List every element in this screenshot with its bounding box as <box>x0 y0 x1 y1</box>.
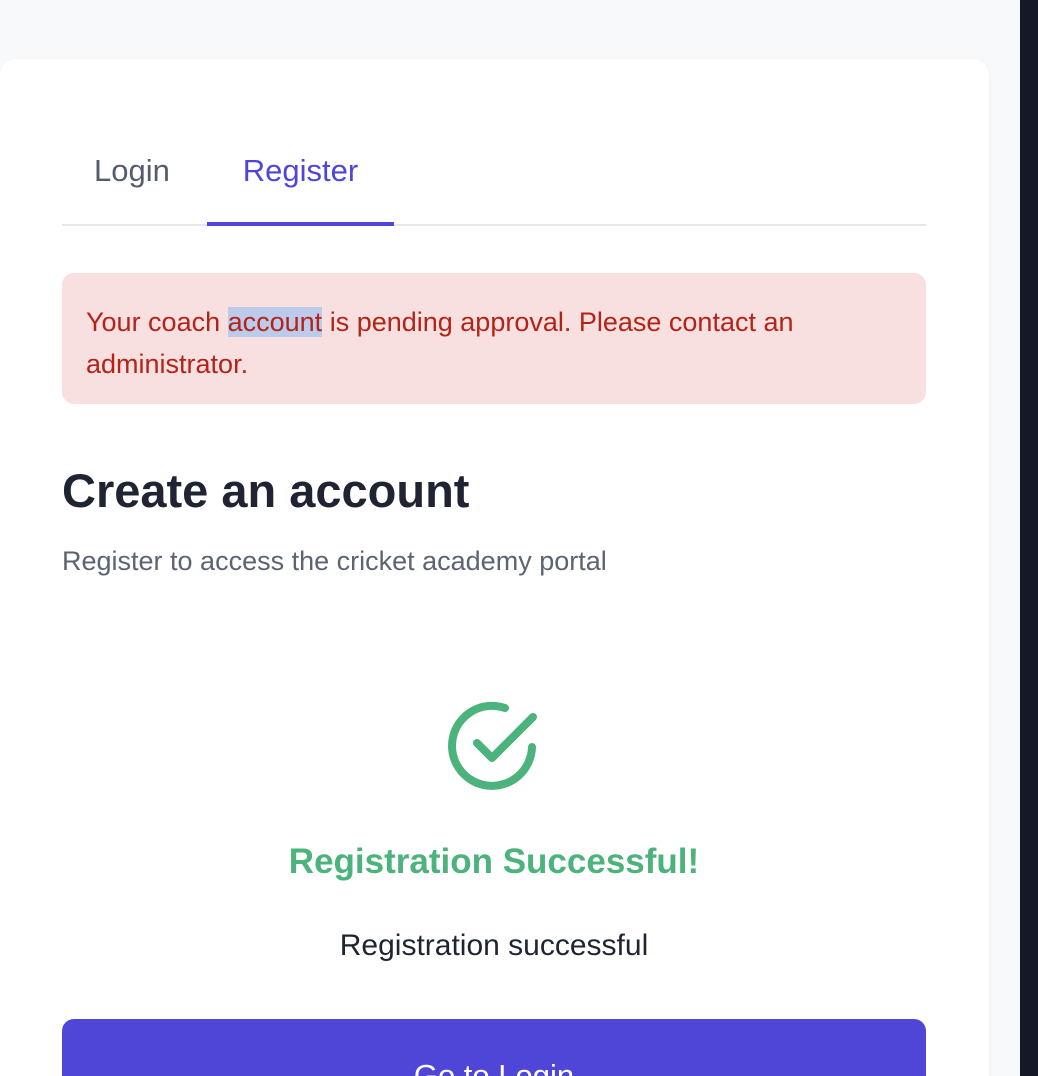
page-title: Create an account <box>62 464 470 517</box>
alert-selected-text: account <box>227 307 323 337</box>
auth-tabs: Login Register <box>62 59 926 226</box>
tab-login[interactable]: Login <box>94 153 170 189</box>
tab-register[interactable]: Register <box>207 153 394 189</box>
page-subtitle: Register to access the cricket academy p… <box>62 546 607 576</box>
success-message: Registration successful <box>339 929 649 962</box>
page: Login Register Your coach account is pen… <box>0 0 1038 1076</box>
check-circle-icon <box>448 701 537 790</box>
error-alert: Your coach account is pending approval. … <box>62 273 926 404</box>
active-tab-indicator <box>207 222 394 226</box>
success-title: Registration Successful! <box>288 842 700 881</box>
go-to-login-button[interactable]: Go to Login <box>62 1019 926 1076</box>
alert-text-before: Your coach <box>86 307 228 337</box>
auth-card: Login Register Your coach account is pen… <box>0 59 989 1076</box>
window-edge <box>1020 0 1038 1076</box>
